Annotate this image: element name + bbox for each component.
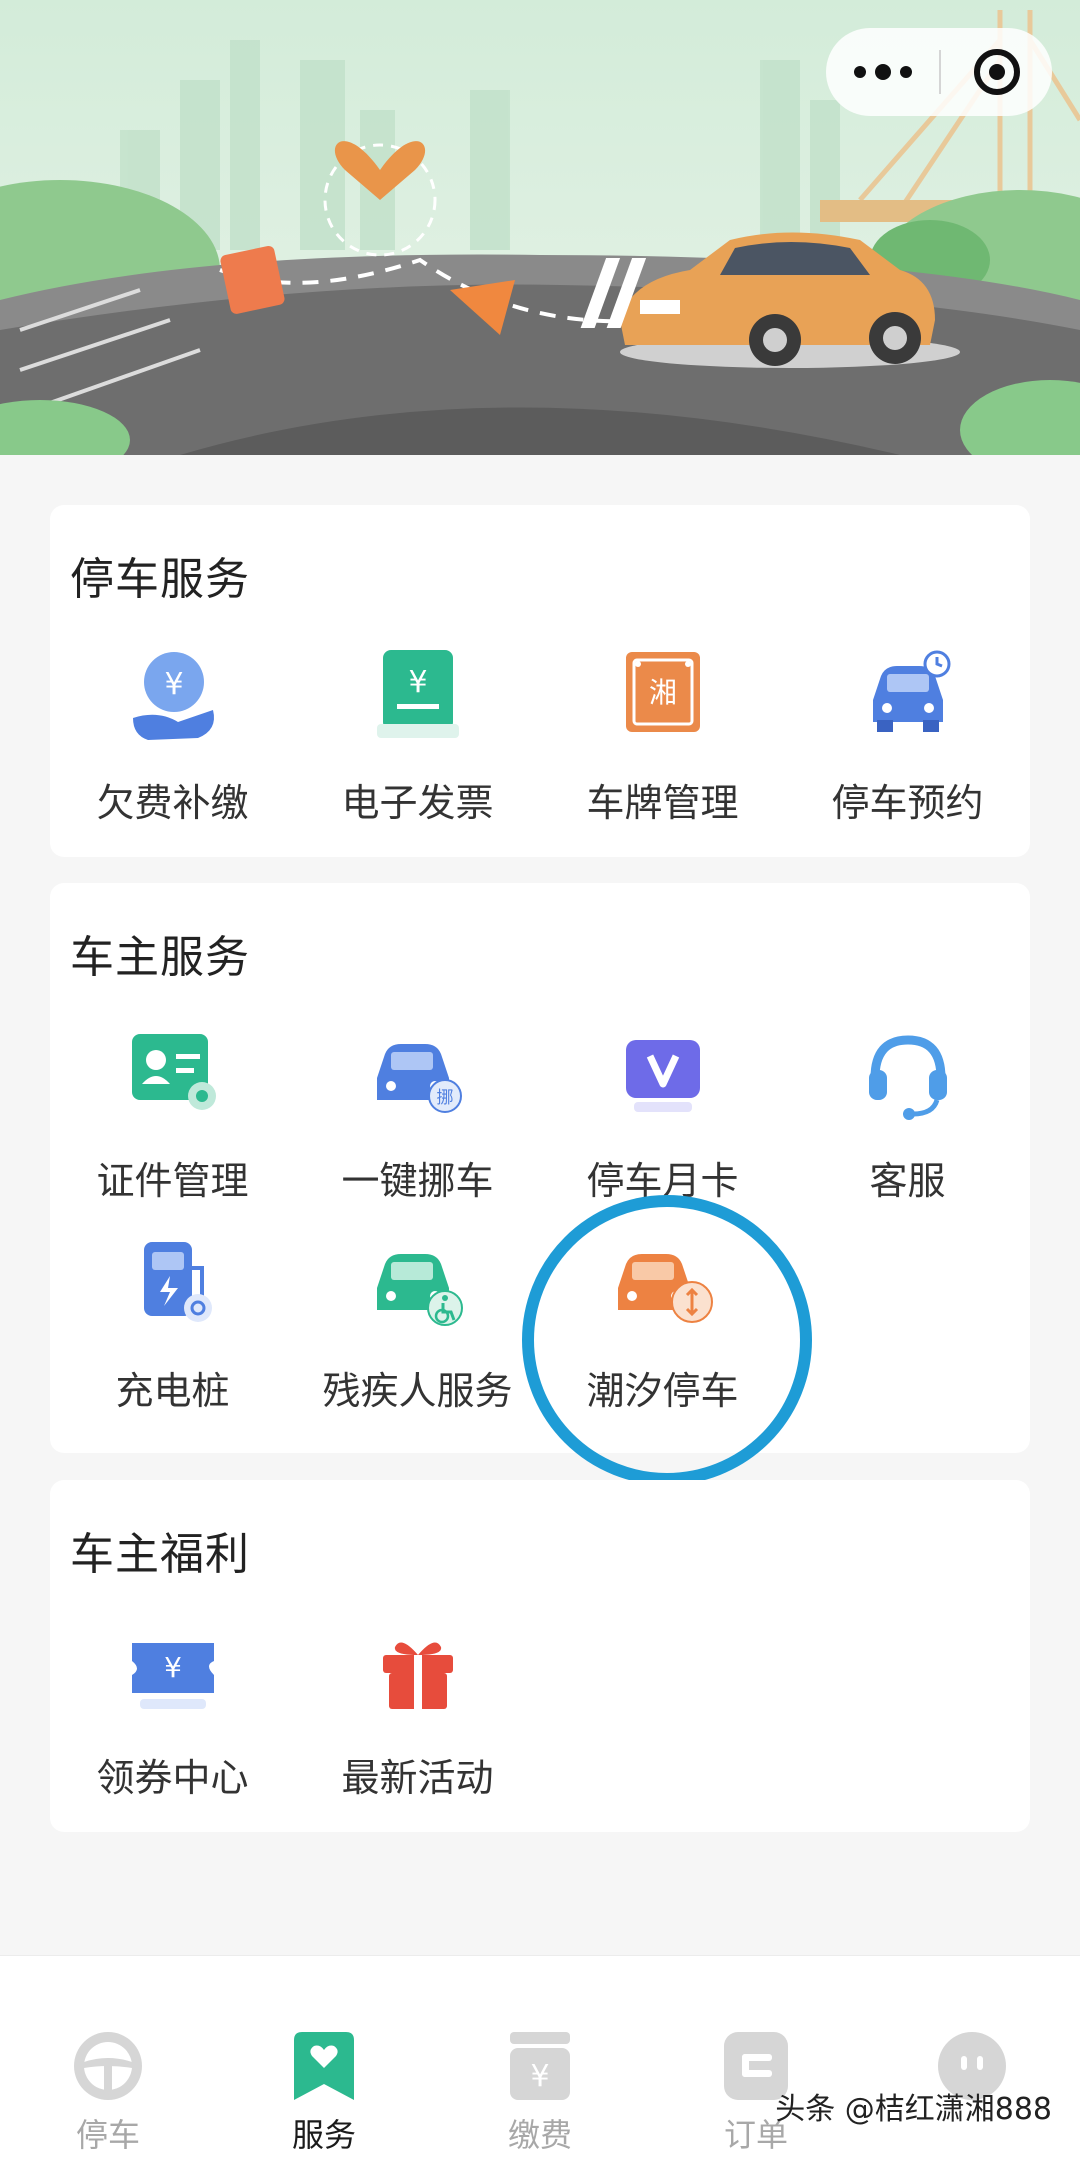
service-item-move-car[interactable]: 挪 一键挪车 — [295, 1018, 540, 1218]
vip-card-icon — [625, 1040, 700, 1112]
benefit-item-label: 领券中心 — [96, 1756, 249, 1800]
steering-wheel-icon — [74, 2032, 142, 2100]
benefit-item-coupons[interactable]: ¥ 领券中心 — [50, 1615, 295, 1815]
tidal-parking-icon — [617, 1254, 713, 1323]
service-heart-icon — [294, 2032, 354, 2100]
id-card-icon — [131, 1034, 216, 1110]
service-item-plate[interactable]: 湘 车牌管理 — [540, 640, 785, 840]
service-item-label: 客服 — [869, 1159, 946, 1203]
tab-label: 缴费 — [507, 2116, 572, 2154]
service-item-reservation[interactable]: 停车预约 — [785, 640, 1030, 840]
more-dots-icon[interactable] — [826, 28, 939, 116]
bottom-tab-bar: 停车 服务 ¥ 缴费 订单 头条 @桔红潇湘888 — [0, 1955, 1080, 2168]
service-item-monthly-card[interactable]: 停车月卡 — [540, 1018, 785, 1218]
service-item-accessibility[interactable]: 残疾人服务 — [295, 1228, 540, 1428]
car-clock-icon — [872, 650, 950, 732]
watermark-text: 头条 @桔红潇湘888 — [775, 2092, 1052, 2127]
service-item-label: 电子发票 — [341, 781, 494, 825]
accessible-car-icon — [376, 1254, 463, 1326]
svg-text:¥: ¥ — [408, 665, 427, 700]
svg-text:¥: ¥ — [164, 1651, 182, 1684]
svg-text:¥: ¥ — [530, 2059, 549, 2094]
service-item-label: 欠费补缴 — [96, 781, 249, 825]
service-item-label: 残疾人服务 — [322, 1369, 513, 1413]
yen-hand-icon: ¥ — [132, 652, 214, 740]
svg-text:¥: ¥ — [164, 667, 183, 702]
section-title: 停车服务 — [70, 554, 250, 605]
service-item-charging[interactable]: 充电桩 — [50, 1228, 295, 1428]
hero-banner — [0, 0, 1080, 455]
service-item-customer-service[interactable]: 客服 — [785, 1018, 1030, 1218]
charging-pile-icon — [143, 1242, 212, 1322]
section-title: 车主服务 — [70, 932, 250, 983]
invoice-icon: ¥ — [376, 650, 459, 738]
tab-payment[interactable]: ¥ 缴费 — [432, 2028, 648, 2168]
service-item-label: 充电桩 — [115, 1369, 230, 1413]
svg-text:湘: 湘 — [648, 676, 676, 709]
tab-service[interactable]: 服务 — [216, 2028, 432, 2168]
coupon-icon: ¥ — [131, 1643, 214, 1709]
svg-text:挪: 挪 — [436, 1088, 453, 1108]
section-title: 车主福利 — [70, 1529, 250, 1580]
license-plate-icon: 湘 — [625, 652, 700, 732]
service-item-arrears[interactable]: ¥ 欠费补缴 — [50, 640, 295, 840]
service-item-label: 潮汐停车 — [586, 1369, 739, 1413]
service-item-invoice[interactable]: ¥ 电子发票 — [295, 640, 540, 840]
owner-service-card: 车主服务 证件管理 挪 一键挪车 停车月卡 客服 充电桩 残疾人服务 潮汐停车 — [50, 883, 1030, 1453]
benefit-item-label: 最新活动 — [341, 1756, 494, 1800]
tab-label: 停车 — [75, 2116, 140, 2154]
headset-icon — [868, 1035, 947, 1120]
gift-icon — [382, 1642, 453, 1709]
car-move-icon: 挪 — [376, 1044, 462, 1113]
parking-service-card: 停车服务 ¥ 欠费补缴 ¥ 电子发票 湘 车牌管理 停车预约 — [50, 505, 1030, 857]
tab-parking[interactable]: 停车 — [0, 2028, 216, 2168]
service-item-documents[interactable]: 证件管理 — [50, 1018, 295, 1218]
service-item-tidal-parking[interactable]: 潮汐停车 — [540, 1228, 785, 1428]
mini-program-capsule — [826, 28, 1052, 116]
owner-benefits-card: 车主福利 ¥ 领券中心 最新活动 — [50, 1480, 1030, 1832]
service-item-label: 停车月卡 — [586, 1159, 739, 1203]
target-close-icon[interactable] — [941, 28, 1052, 116]
service-item-label: 停车预约 — [831, 781, 984, 825]
service-item-label: 证件管理 — [96, 1159, 249, 1203]
yen-box-icon: ¥ — [510, 2032, 570, 2100]
benefit-item-activities[interactable]: 最新活动 — [295, 1615, 540, 1815]
tab-label: 服务 — [291, 2116, 356, 2154]
service-item-label: 车牌管理 — [586, 781, 739, 825]
service-item-label: 一键挪车 — [341, 1159, 494, 1203]
